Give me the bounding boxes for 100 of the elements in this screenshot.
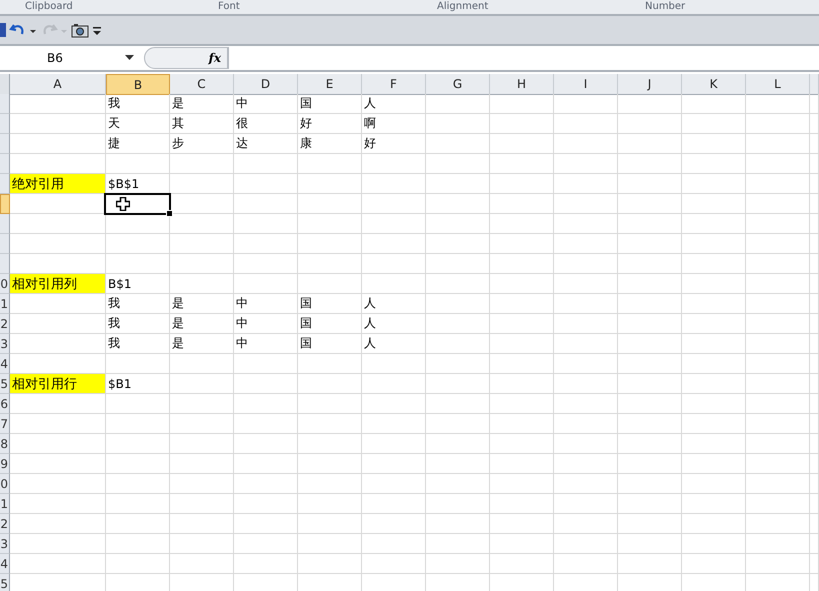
table-cell: 人 — [362, 334, 426, 354]
table-cell — [554, 414, 618, 434]
row-header[interactable]: 1 — [0, 494, 10, 514]
table-cell: 是 — [170, 334, 234, 354]
table-cell — [170, 434, 234, 454]
table-cell — [746, 414, 810, 434]
table-cell — [682, 394, 746, 414]
column-header[interactable]: E — [298, 74, 362, 95]
table-cell — [554, 154, 618, 174]
table-cell — [746, 434, 810, 454]
table-cell — [490, 154, 554, 174]
table-cell — [810, 294, 819, 314]
row-header[interactable]: 5 — [0, 374, 10, 394]
column-header[interactable]: D — [234, 74, 298, 95]
row-header[interactable] — [0, 154, 10, 174]
table-cell — [298, 414, 362, 434]
row-header[interactable]: 5 — [0, 574, 10, 591]
row-header[interactable]: 9 — [0, 454, 10, 474]
table-cell — [682, 454, 746, 474]
table-cell — [746, 274, 810, 294]
table-cell — [426, 494, 490, 514]
table-cell: 好 — [362, 134, 426, 154]
active-cell[interactable] — [104, 193, 171, 215]
column-header[interactable]: C — [170, 74, 234, 95]
table-cell — [618, 354, 682, 374]
dropdown-arrow-icon[interactable] — [125, 55, 134, 61]
table-cell — [746, 534, 810, 554]
table-cell — [810, 114, 819, 134]
row-header[interactable]: 2 — [0, 314, 10, 334]
row-header[interactable] — [0, 94, 10, 114]
formula-bar-handle[interactable]: fx — [144, 47, 228, 69]
column-header[interactable]: K — [682, 74, 746, 95]
table-cell — [554, 294, 618, 314]
table-cell — [554, 274, 618, 294]
table-cell — [618, 334, 682, 354]
table-cell — [554, 314, 618, 334]
row-header[interactable]: 4 — [0, 554, 10, 574]
row-header[interactable]: 1 — [0, 294, 10, 314]
row-header[interactable]: 3 — [0, 534, 10, 554]
row-header[interactable]: 4 — [0, 354, 10, 374]
table-cell — [426, 534, 490, 554]
table-cell — [810, 254, 819, 274]
insert-function-button[interactable]: fx — [208, 51, 221, 65]
row-header[interactable] — [0, 114, 10, 134]
table-cell — [426, 354, 490, 374]
row-header[interactable] — [0, 254, 10, 274]
table-cell — [362, 514, 426, 534]
table-cell: 相对引用列 — [10, 274, 106, 294]
table-cell — [234, 554, 298, 574]
table-cell — [746, 234, 810, 254]
row-header[interactable]: 3 — [0, 334, 10, 354]
column-header[interactable]: B — [106, 74, 170, 95]
table-cell: 达 — [234, 134, 298, 154]
column-header[interactable]: L — [746, 74, 810, 95]
table-cell — [490, 294, 554, 314]
row-header[interactable]: 8 — [0, 434, 10, 454]
column-header[interactable]: H — [490, 74, 554, 95]
column-header[interactable]: I — [554, 74, 618, 95]
save-icon[interactable] — [0, 22, 6, 38]
column-header[interactable]: A — [10, 74, 106, 95]
table-cell — [682, 254, 746, 274]
row-header[interactable] — [0, 194, 10, 214]
table-cell: 天 — [106, 114, 170, 134]
column-header[interactable] — [810, 74, 819, 95]
table-cell — [618, 154, 682, 174]
table-cell: 是 — [170, 94, 234, 114]
table-cell: 我 — [106, 334, 170, 354]
table-cell — [618, 434, 682, 454]
column-header[interactable]: F — [362, 74, 426, 95]
camera-icon[interactable] — [71, 22, 89, 38]
table-cell — [618, 394, 682, 414]
column-header[interactable]: G — [426, 74, 490, 95]
row-header[interactable]: 2 — [0, 514, 10, 534]
name-box[interactable]: B6 — [0, 47, 138, 69]
select-all-corner[interactable] — [0, 74, 10, 96]
row-header[interactable]: 6 — [0, 394, 10, 414]
row-header[interactable]: 0 — [0, 474, 10, 494]
table-cell — [426, 174, 490, 194]
table-cell — [618, 374, 682, 394]
table-cell — [618, 114, 682, 134]
row-header[interactable] — [0, 134, 10, 154]
row-header[interactable]: 7 — [0, 414, 10, 434]
row-header[interactable] — [0, 174, 10, 194]
table-cell — [170, 514, 234, 534]
table-cell — [810, 434, 819, 454]
table-cell — [682, 414, 746, 434]
table-cell — [426, 554, 490, 574]
table-cell — [362, 414, 426, 434]
table-cell — [234, 494, 298, 514]
table-cell — [362, 234, 426, 254]
column-header[interactable]: J — [618, 74, 682, 95]
row-header[interactable] — [0, 214, 10, 234]
table-cell: 啊 — [362, 114, 426, 134]
table-cell — [618, 254, 682, 274]
table-cell — [490, 494, 554, 514]
table-cell — [298, 274, 362, 294]
row-header[interactable] — [0, 234, 10, 254]
table-cell — [362, 194, 426, 214]
row-header[interactable]: 0 — [0, 274, 10, 294]
table-cell — [490, 274, 554, 294]
